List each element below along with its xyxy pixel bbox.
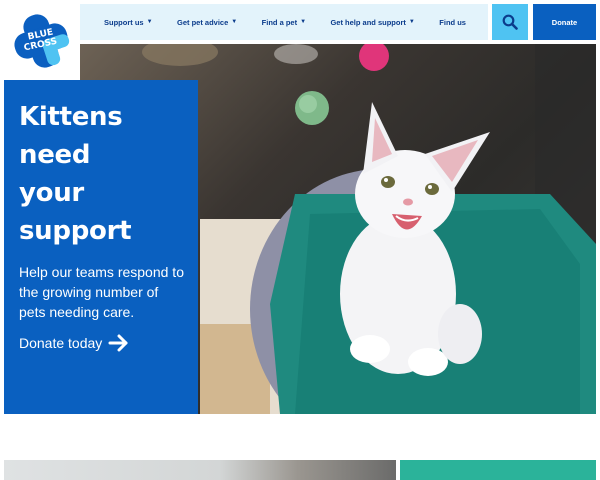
search-icon [502,14,518,30]
hero-card: Kittens need your support Help our teams… [4,80,198,414]
nav-support-us-label: Support us [104,17,144,27]
arrow-right-icon [108,334,128,352]
chevron-down-icon: ▼ [408,19,415,25]
hero-title-line2: your support [19,178,132,246]
chevron-down-icon: ▼ [146,19,153,25]
donate-today-link[interactable]: Donate today [19,334,184,352]
blue-cross-logo[interactable]: BLUE CROSS [10,12,72,70]
nav-get-pet-advice-label: Get pet advice [176,17,229,27]
hero-title-line1: Kittens need [19,102,123,170]
hero-body: Help our teams respond to the growing nu… [19,264,184,320]
main-nav: Support us ▼ Get pet advice ▼ Find a pet… [80,4,488,40]
nav-get-pet-advice[interactable]: Get pet advice ▼ [177,18,237,27]
nav-find-a-pet[interactable]: Find a pet ▼ [262,18,306,27]
nav-find-us-label: Find us [439,17,466,27]
nav-get-help-and-support[interactable]: Get help and support ▼ [330,18,414,27]
nav-get-help-and-support-label: Get help and support [330,17,406,27]
nav-find-us[interactable]: Find us [439,18,466,27]
hero-title: Kittens need your support [19,98,184,250]
next-section-image [4,460,396,480]
next-section-card [400,460,596,480]
search-button[interactable] [492,4,528,40]
donate-button[interactable]: Donate [533,4,596,40]
nav-support-us[interactable]: Support us ▼ [104,18,153,27]
donate-today-label: Donate today [19,335,103,351]
nav-find-a-pet-label: Find a pet [261,17,298,27]
chevron-down-icon: ▼ [231,19,238,25]
chevron-down-icon: ▼ [300,19,307,25]
